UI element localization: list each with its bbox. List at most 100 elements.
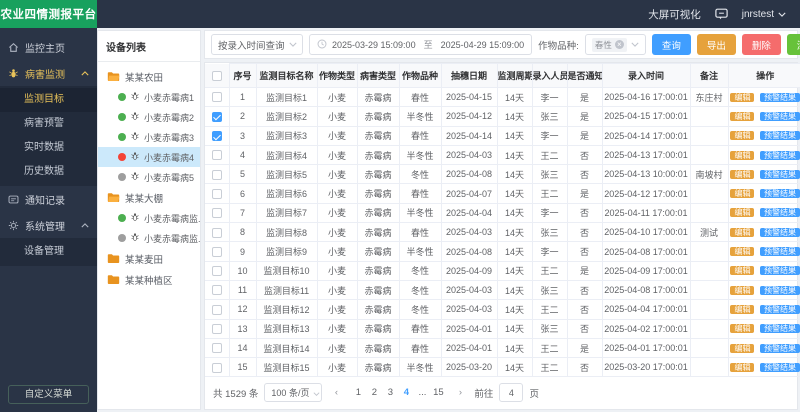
- edit-button[interactable]: 编辑: [730, 286, 754, 295]
- warning-result-button[interactable]: 预警结果: [760, 324, 800, 333]
- sidebar-item-disease-monitor[interactable]: 病害监测: [0, 60, 97, 86]
- row-checkbox[interactable]: [212, 208, 222, 218]
- row-checkbox[interactable]: [212, 363, 222, 373]
- sidebar-item-monitor-target[interactable]: 监测目标: [0, 88, 97, 112]
- crop-variety-select[interactable]: 春性 ×: [585, 34, 646, 55]
- tree-device-item[interactable]: 小麦赤霉病2: [98, 107, 200, 127]
- user-menu[interactable]: jnrstest: [742, 9, 786, 20]
- sidebar-item-notification-log[interactable]: 通知记录: [0, 186, 97, 212]
- edit-button[interactable]: 编辑: [730, 247, 754, 256]
- edit-button[interactable]: 编辑: [730, 131, 754, 140]
- warning-result-button[interactable]: 预警结果: [760, 208, 800, 217]
- cell-remark: [690, 319, 728, 338]
- page-number-button[interactable]: 4: [398, 384, 414, 401]
- tree-device-item[interactable]: 小麦赤霉病4: [98, 147, 200, 167]
- date-range-picker[interactable]: 2025-03-29 15:09:00 至 2025-04-29 15:09:0…: [309, 34, 532, 55]
- cell-notified: 否: [567, 242, 602, 261]
- warning-result-button[interactable]: 预警结果: [760, 112, 800, 121]
- edit-button[interactable]: 编辑: [730, 324, 754, 333]
- big-screen-link[interactable]: 大屏可视化: [648, 7, 701, 22]
- cell-disease-type: 赤霉病: [357, 145, 399, 164]
- warning-result-button[interactable]: 预警结果: [760, 363, 800, 372]
- row-checkbox[interactable]: [212, 189, 222, 199]
- sidebar-item-home[interactable]: 监控主页: [0, 34, 97, 60]
- page-number-button[interactable]: 1: [350, 384, 366, 401]
- edit-button[interactable]: 编辑: [730, 305, 754, 314]
- sidebar-item-system-manage[interactable]: 系统管理: [0, 212, 97, 238]
- row-checkbox[interactable]: [212, 247, 222, 257]
- tree-device-item[interactable]: 小麦赤霉病监...: [98, 208, 200, 228]
- delete-button[interactable]: 删除: [742, 34, 781, 55]
- status-dot-icon: [118, 214, 126, 222]
- edit-button[interactable]: 编辑: [730, 208, 754, 217]
- export-button[interactable]: 导出: [697, 34, 736, 55]
- row-checkbox[interactable]: [212, 150, 222, 160]
- message-icon[interactable]: [715, 8, 728, 20]
- tag-close-icon[interactable]: ×: [615, 40, 624, 49]
- row-checkbox[interactable]: [212, 131, 222, 141]
- row-checkbox[interactable]: [212, 324, 222, 334]
- edit-button[interactable]: 编辑: [730, 151, 754, 160]
- warning-result-button[interactable]: 预警结果: [760, 344, 800, 353]
- search-button[interactable]: 查询: [652, 34, 691, 55]
- edit-button[interactable]: 编辑: [730, 112, 754, 121]
- warning-result-button[interactable]: 预警结果: [760, 131, 800, 140]
- prev-page-button[interactable]: ‹: [328, 384, 344, 401]
- warning-result-button[interactable]: 预警结果: [760, 247, 800, 256]
- tree-device-item[interactable]: 小麦赤霉病1: [98, 87, 200, 107]
- edit-button[interactable]: 编辑: [730, 228, 754, 237]
- query-type-select[interactable]: 按录入时间查询: [211, 34, 303, 55]
- sidebar-item-history-data[interactable]: 历史数据: [0, 160, 97, 184]
- page-number-button[interactable]: 2: [366, 384, 382, 401]
- col-header: 序号: [229, 64, 256, 88]
- edit-button[interactable]: 编辑: [730, 363, 754, 372]
- row-checkbox[interactable]: [212, 343, 222, 353]
- table-header-row: 序号 监测目标名称 作物类型 病害类型 作物品种 抽穗日期 监测周期 录入人员 …: [205, 64, 800, 88]
- warning-result-button[interactable]: 预警结果: [760, 228, 800, 237]
- tree-folder[interactable]: 某某麦田: [98, 248, 200, 269]
- edit-button[interactable]: 编辑: [730, 344, 754, 353]
- tree-device-item[interactable]: 小麦赤霉病3: [98, 127, 200, 147]
- warning-result-button[interactable]: 预警结果: [760, 305, 800, 314]
- add-button[interactable]: 添加: [787, 34, 800, 55]
- page-number-button[interactable]: 3: [382, 384, 398, 401]
- sidebar-item-device-manage[interactable]: 设备管理: [0, 240, 97, 264]
- custom-menu-button[interactable]: 自定义菜单: [8, 385, 89, 404]
- warning-result-button[interactable]: 预警结果: [760, 93, 800, 102]
- row-checkbox[interactable]: [212, 285, 222, 295]
- page-number-button[interactable]: 15: [430, 384, 446, 401]
- tree-device-item[interactable]: 小麦赤霉病监...: [98, 228, 200, 248]
- warning-result-button[interactable]: 预警结果: [760, 170, 800, 179]
- tree-device-item[interactable]: 小麦赤霉病5: [98, 167, 200, 187]
- row-checkbox[interactable]: [212, 266, 222, 276]
- warning-result-button[interactable]: 预警结果: [760, 266, 800, 275]
- cell-target-name: 监测目标1: [256, 88, 317, 107]
- edit-button[interactable]: 编辑: [730, 170, 754, 179]
- cell-entry-time: 2025-04-10 17:00:01: [602, 223, 690, 242]
- cell-notified: 否: [567, 165, 602, 184]
- tree-folder[interactable]: 某某农田: [98, 66, 200, 87]
- row-checkbox[interactable]: [212, 305, 222, 315]
- row-checkbox[interactable]: [212, 112, 222, 122]
- page-size-select[interactable]: 100 条/页: [264, 383, 322, 402]
- edit-button[interactable]: 编辑: [730, 189, 754, 198]
- edit-button[interactable]: 编辑: [730, 266, 754, 275]
- row-checkbox[interactable]: [212, 170, 222, 180]
- sidebar-item-realtime-data[interactable]: 实时数据: [0, 136, 97, 160]
- total-count: 共 1529 条: [213, 386, 258, 400]
- sidebar-item-disease-warning[interactable]: 病害预警: [0, 112, 97, 136]
- warning-result-button[interactable]: 预警结果: [760, 189, 800, 198]
- tree-folder[interactable]: 某某种植区: [98, 269, 200, 290]
- row-checkbox[interactable]: [212, 92, 222, 102]
- cell-crop-variety: 半冬性: [399, 242, 441, 261]
- edit-button[interactable]: 编辑: [730, 93, 754, 102]
- tree-folder[interactable]: 某某大棚: [98, 187, 200, 208]
- goto-page-input[interactable]: [499, 383, 523, 402]
- device-panel-title: 设备列表: [98, 31, 200, 62]
- warning-result-button[interactable]: 预警结果: [760, 286, 800, 295]
- next-page-button[interactable]: ›: [452, 384, 468, 401]
- page-ellipsis[interactable]: ...: [414, 384, 430, 401]
- row-checkbox[interactable]: [212, 228, 222, 238]
- warning-result-button[interactable]: 预警结果: [760, 151, 800, 160]
- select-all-checkbox[interactable]: [212, 71, 222, 81]
